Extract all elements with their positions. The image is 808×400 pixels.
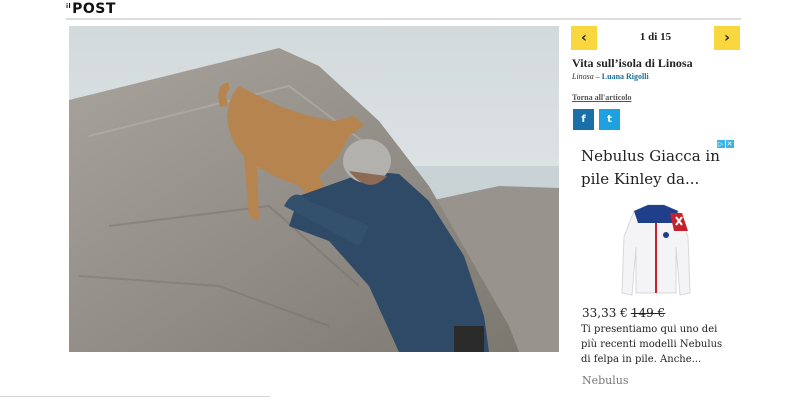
header-divider bbox=[66, 18, 741, 20]
jacket-icon bbox=[621, 204, 691, 296]
back-to-article-link[interactable]: Torna all'articolo bbox=[572, 93, 631, 102]
gallery-counter: 1 di 15 bbox=[639, 31, 672, 43]
facebook-icon: f bbox=[581, 114, 586, 125]
twitter-icon: t bbox=[607, 114, 612, 125]
bottom-divider bbox=[0, 396, 270, 397]
logo-text: POST bbox=[72, 1, 116, 17]
ad-title[interactable]: Nebulus Giacca in pile Kinley da... bbox=[581, 145, 731, 191]
photo-credit: Linosa – Luana Rigolli bbox=[572, 72, 649, 81]
ad-current-price: 33,33 € bbox=[582, 306, 628, 320]
gallery-next-button[interactable]: › bbox=[714, 26, 740, 50]
facebook-share-button[interactable]: f bbox=[573, 109, 594, 130]
photo-place: Linosa bbox=[572, 72, 594, 81]
twitter-share-button[interactable]: t bbox=[599, 109, 620, 130]
photo-author[interactable]: Luana Rigolli bbox=[602, 72, 649, 81]
gallery-photo[interactable] bbox=[69, 26, 559, 352]
photo-scene bbox=[69, 26, 559, 352]
ad-brand[interactable]: Nebulus bbox=[582, 374, 629, 387]
site-logo[interactable]: il POST bbox=[66, 1, 116, 17]
gallery-title: Vita sull’isola di Linosa bbox=[572, 56, 693, 70]
credit-separator: – bbox=[595, 72, 600, 81]
ad-description[interactable]: Ti presentiamo qui uno dei più recenti m… bbox=[581, 322, 731, 367]
ad-old-price: 149 € bbox=[630, 306, 666, 320]
top-bar: il POST bbox=[0, 0, 808, 20]
gallery-prev-button[interactable]: ‹ bbox=[571, 26, 597, 50]
ad-product-image[interactable] bbox=[604, 197, 708, 301]
ad-price: 33,33 €149 € bbox=[582, 306, 665, 320]
